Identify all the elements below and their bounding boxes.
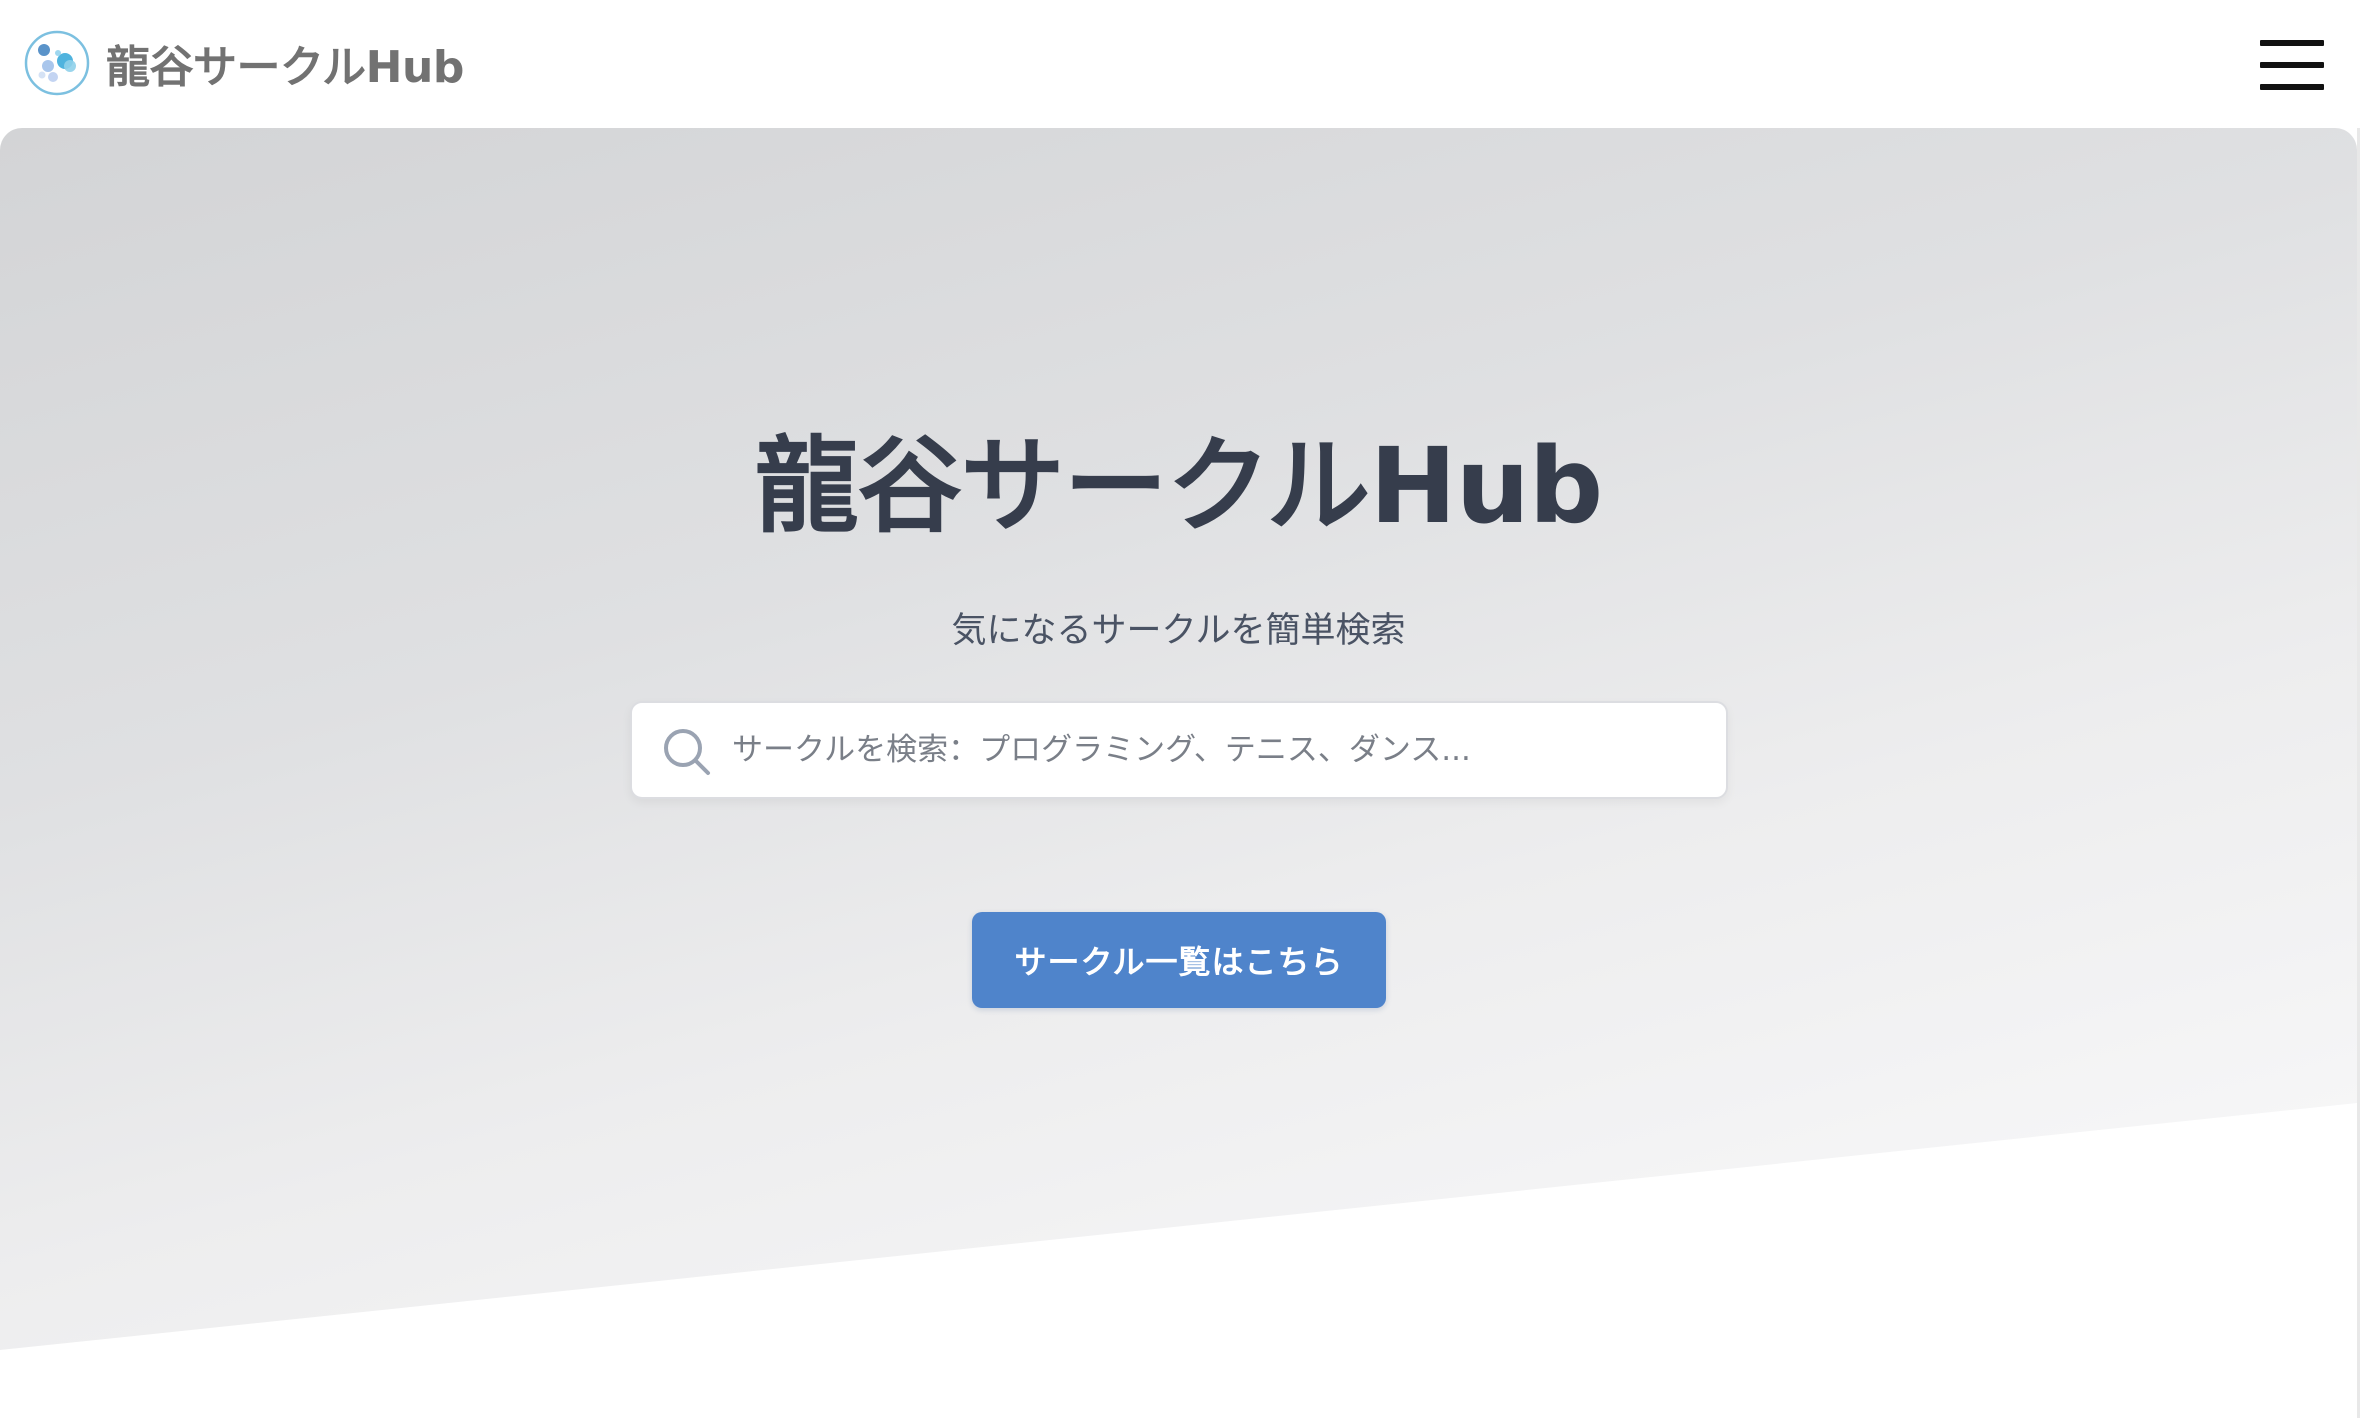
search-icon: [664, 729, 710, 775]
site-header: 龍谷サークルHub: [0, 0, 2360, 128]
brand-name: 龍谷サークルHub: [106, 42, 464, 93]
circle-list-button[interactable]: サークル一覧はこちら: [972, 912, 1386, 1008]
hero-section: 龍谷サークルHub 気になるサークルを簡単検索 サークル一覧はこちら: [0, 128, 2357, 1408]
hamburger-menu-icon-bar: [2260, 84, 2324, 90]
page: 龍谷サークルHub 龍谷サークルHub 気になるサークルを簡単検索 サークル一覧…: [0, 0, 2360, 1418]
search-bar: [630, 701, 1728, 799]
hamburger-menu-button[interactable]: [2254, 36, 2330, 94]
page-title: 龍谷サークルHub: [754, 425, 1603, 547]
bubbles-logo-icon: [24, 30, 90, 96]
brand-home-link[interactable]: 龍谷サークルHub: [24, 30, 464, 96]
hamburger-menu-icon: [2260, 40, 2324, 46]
search-input[interactable]: [732, 703, 1712, 797]
page-subtitle: 気になるサークルを簡単検索: [951, 611, 1406, 651]
hamburger-menu-icon-bar: [2260, 62, 2324, 68]
